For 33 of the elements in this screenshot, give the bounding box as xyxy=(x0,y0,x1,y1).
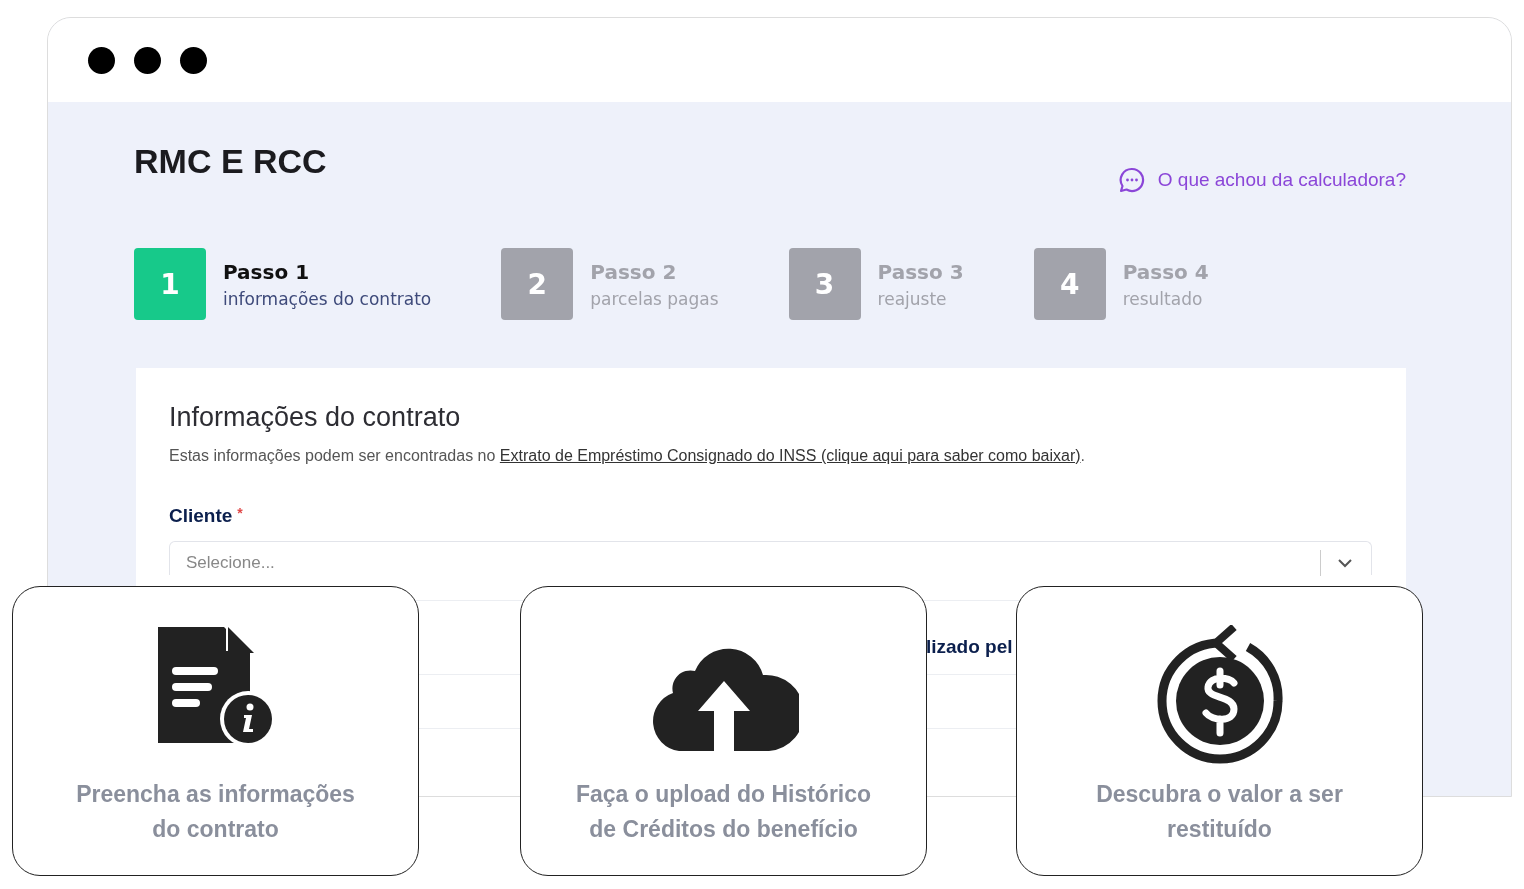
step-subtitle: informações do contrato xyxy=(223,288,432,309)
step-tab[interactable]: 1 Passo 1 informações do contrato xyxy=(134,248,432,320)
step-subtitle: reajuste xyxy=(877,288,948,309)
step-title: Passo 2 xyxy=(590,259,678,284)
chat-bubble-icon xyxy=(1117,166,1146,194)
window-dot xyxy=(180,46,207,74)
step-tab[interactable]: 2 Passo 2 parcelas pagas xyxy=(501,248,719,320)
form-description: Estas informações podem ser encontradas no Extrato de Empréstimo Consignado do INSS (clique aqui para saber como baixar). xyxy=(169,447,1087,465)
page-title: RMC E RCC xyxy=(134,142,327,181)
client-select[interactable]: Selecione... xyxy=(169,541,1372,575)
step-number: 3 xyxy=(788,248,861,320)
feedback-link[interactable]: O que achou da calculadora? xyxy=(1117,166,1406,194)
feature-text: Faça o upload do Histórico de Créditos do benefício xyxy=(574,780,873,844)
step-number: 1 xyxy=(134,248,206,320)
step-tab[interactable]: 3 Passo 3 reajuste xyxy=(788,248,964,320)
step-title: Passo 3 xyxy=(877,259,964,284)
step-title: Passo 4 xyxy=(1122,259,1209,284)
chevron-down-icon xyxy=(1337,557,1353,568)
window-dot xyxy=(88,46,115,74)
field-label: lizado pel xyxy=(926,636,1013,658)
step-number: 2 xyxy=(501,248,574,320)
step-number: 4 xyxy=(1033,248,1106,320)
statement-link[interactable]: Extrato de Empréstimo Consignado do INSS (clique aqui para saber como baixar) xyxy=(499,447,1081,464)
step-subtitle: parcelas pagas xyxy=(590,288,719,309)
feature-text: Preencha as informações do contrato xyxy=(75,780,356,844)
window-dot xyxy=(134,46,161,74)
feature-text: Descubra o valor a ser restituído xyxy=(1095,780,1344,844)
step-subtitle: resultado xyxy=(1122,288,1204,309)
required-mark: * xyxy=(237,505,243,523)
step-title: Passo 1 xyxy=(223,259,311,284)
form-heading: Informações do contrato xyxy=(169,402,462,433)
step-tab[interactable]: 4 Passo 4 resultado xyxy=(1033,248,1209,320)
field-label: Cliente xyxy=(169,505,233,527)
